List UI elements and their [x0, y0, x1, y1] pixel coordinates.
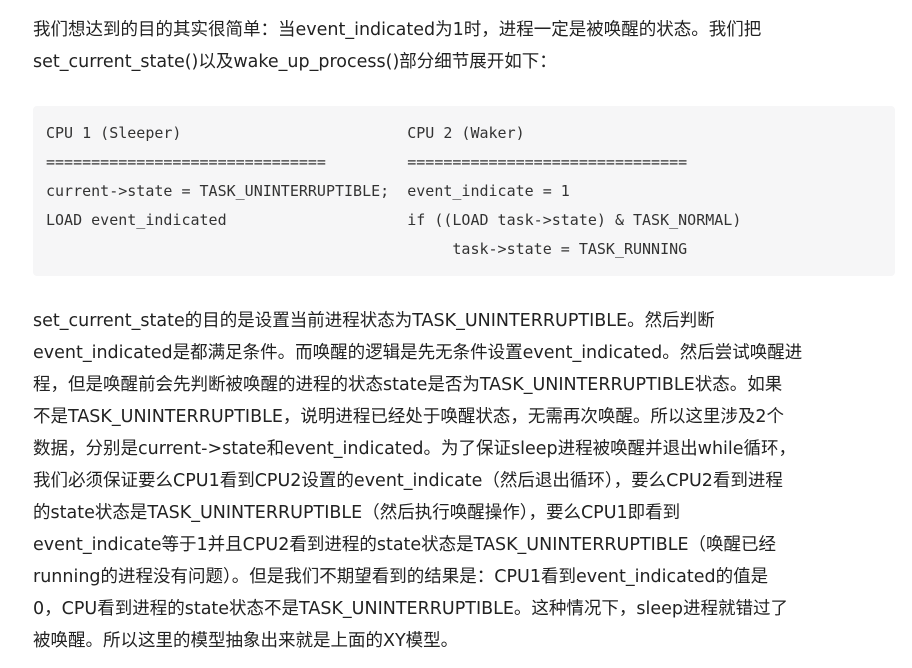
- code-line: CPU 1 (Sleeper) CPU 2 (Waker): [46, 124, 525, 142]
- body-line: event_indicated是都满足条件。而唤醒的逻辑是先无条件设置event…: [33, 343, 803, 363]
- body-line: 数据，分别是current->state和event_indicated。为了保…: [33, 439, 797, 459]
- body-line: set_current_state的目的是设置当前进程状态为TASK_UNINT…: [33, 311, 715, 331]
- code-block: CPU 1 (Sleeper) CPU 2 (Waker) ===========…: [33, 106, 895, 276]
- code-content: CPU 1 (Sleeper) CPU 2 (Waker) ===========…: [46, 119, 741, 264]
- body-line: 的state状态是TASK_UNINTERRUPTIBLE（然后执行唤醒操作），…: [33, 503, 681, 523]
- body-line: 程，但是唤醒前会先判断被唤醒的进程的状态state是否为TASK_UNINTER…: [33, 375, 783, 395]
- body-paragraph: set_current_state的目的是设置当前进程状态为TASK_UNINT…: [33, 305, 899, 657]
- body-line: 不是TASK_UNINTERRUPTIBLE，说明进程已经处于唤醒状态，无需再次…: [33, 407, 785, 427]
- code-line: task->state = TASK_RUNNING: [46, 240, 688, 258]
- intro-line: set_current_state()以及wake_up_process()部分…: [33, 52, 557, 72]
- body-line: 0，CPU看到进程的state状态不是TASK_UNINTERRUPTIBLE。…: [33, 599, 789, 619]
- article-content: 我们想达到的目的其实很简单：当event_indicated为1时，进程一定是被…: [0, 0, 912, 668]
- body-line: event_indicate等于1并且CPU2看到进程的state状态是TASK…: [33, 535, 777, 555]
- code-line: =============================== ========…: [46, 153, 688, 171]
- code-line: current->state = TASK_UNINTERRUPTIBLE; e…: [46, 182, 570, 200]
- code-line: LOAD event_indicated if ((LOAD task->sta…: [46, 211, 742, 229]
- body-line: 我们必须保证要么CPU1看到CPU2设置的event_indicate（然后退出…: [33, 471, 783, 491]
- body-line: running的进程没有问题）。但是我们不期望看到的结果是：CPU1看到even…: [33, 567, 769, 587]
- body-line: 被唤醒。所以这里的模型抽象出来就是上面的XY模型。: [33, 631, 459, 651]
- intro-paragraph: 我们想达到的目的其实很简单：当event_indicated为1时，进程一定是被…: [33, 14, 899, 78]
- intro-line: 我们想达到的目的其实很简单：当event_indicated为1时，进程一定是被…: [33, 20, 762, 40]
